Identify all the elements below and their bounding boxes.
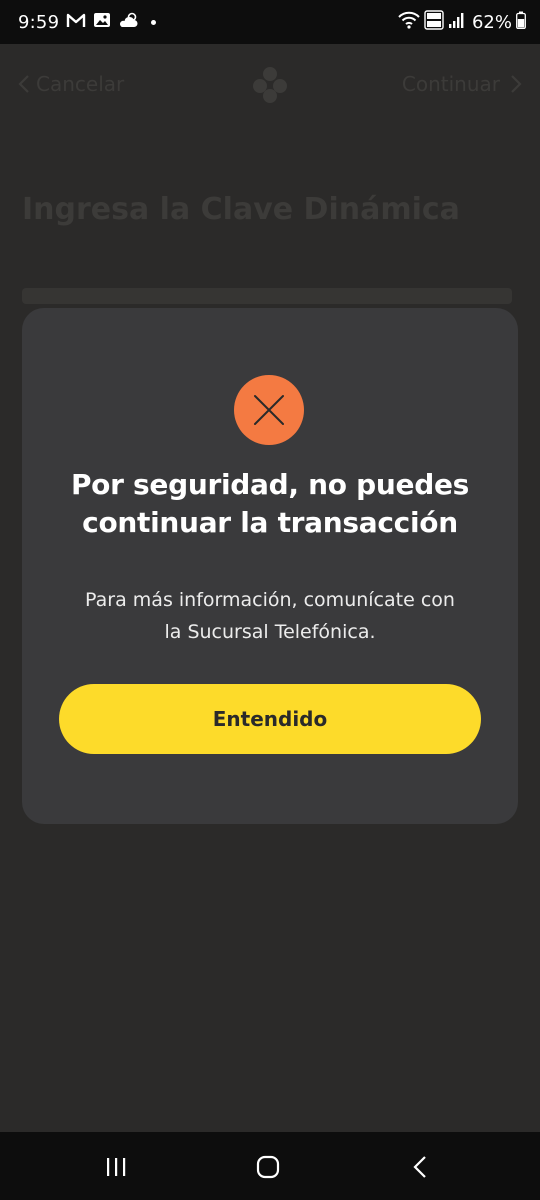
dialog-title-line-1: Por seguridad, no puedes — [70, 468, 470, 501]
dialog-message: Para más información, comunícate con la … — [52, 584, 488, 648]
dialog-message-line-1: Para más información, comunícate con — [85, 589, 455, 611]
cancel-button: Cancelar — [18, 72, 124, 96]
battery-percent: 62% — [471, 11, 512, 33]
status-bar: 9:59 62% — [0, 0, 540, 44]
navigation-bar — [0, 1132, 540, 1200]
continue-button: Continuar — [402, 72, 522, 96]
gmail-icon — [66, 12, 86, 33]
background-subtitle-placeholder — [22, 288, 512, 304]
battery-icon — [516, 11, 526, 34]
status-left: 9:59 — [18, 11, 157, 33]
dialog-title-line-2: continuar la transacción — [82, 506, 458, 539]
status-right: 62% — [398, 9, 526, 35]
wifi-icon — [398, 11, 420, 34]
back-button[interactable] — [400, 1152, 440, 1182]
chevron-left-icon — [18, 75, 29, 93]
error-icon — [234, 375, 304, 445]
back-icon — [413, 1156, 426, 1178]
recent-apps-button[interactable] — [96, 1152, 136, 1182]
bank-logo-icon — [248, 62, 292, 110]
home-icon — [256, 1155, 280, 1179]
background-page-title: Ingresa la Clave Dinámica — [22, 192, 460, 227]
status-time: 9:59 — [18, 11, 60, 33]
cancel-label: Cancelar — [36, 72, 125, 96]
background-header: Cancelar Continuar — [0, 44, 540, 124]
weather-icon — [118, 12, 140, 33]
gallery-icon — [93, 12, 111, 33]
chevron-right-icon — [511, 75, 522, 93]
notification-dot-icon — [151, 19, 157, 25]
screen: 9:59 62% Cancelar Continuar Ingresa la C… — [0, 0, 540, 1200]
volte-4g-icon — [424, 9, 444, 35]
signal-icon — [448, 11, 464, 34]
dialog-title: Por seguridad, no puedes continuar la tr… — [42, 466, 498, 542]
home-button[interactable] — [248, 1152, 288, 1182]
recent-apps-icon — [107, 1158, 126, 1176]
understood-button[interactable]: Entendido — [59, 684, 481, 754]
dialog-message-line-2: la Sucursal Telefónica. — [164, 621, 376, 643]
continue-label: Continuar — [401, 72, 500, 96]
security-dialog: Por seguridad, no puedes continuar la tr… — [22, 308, 518, 824]
